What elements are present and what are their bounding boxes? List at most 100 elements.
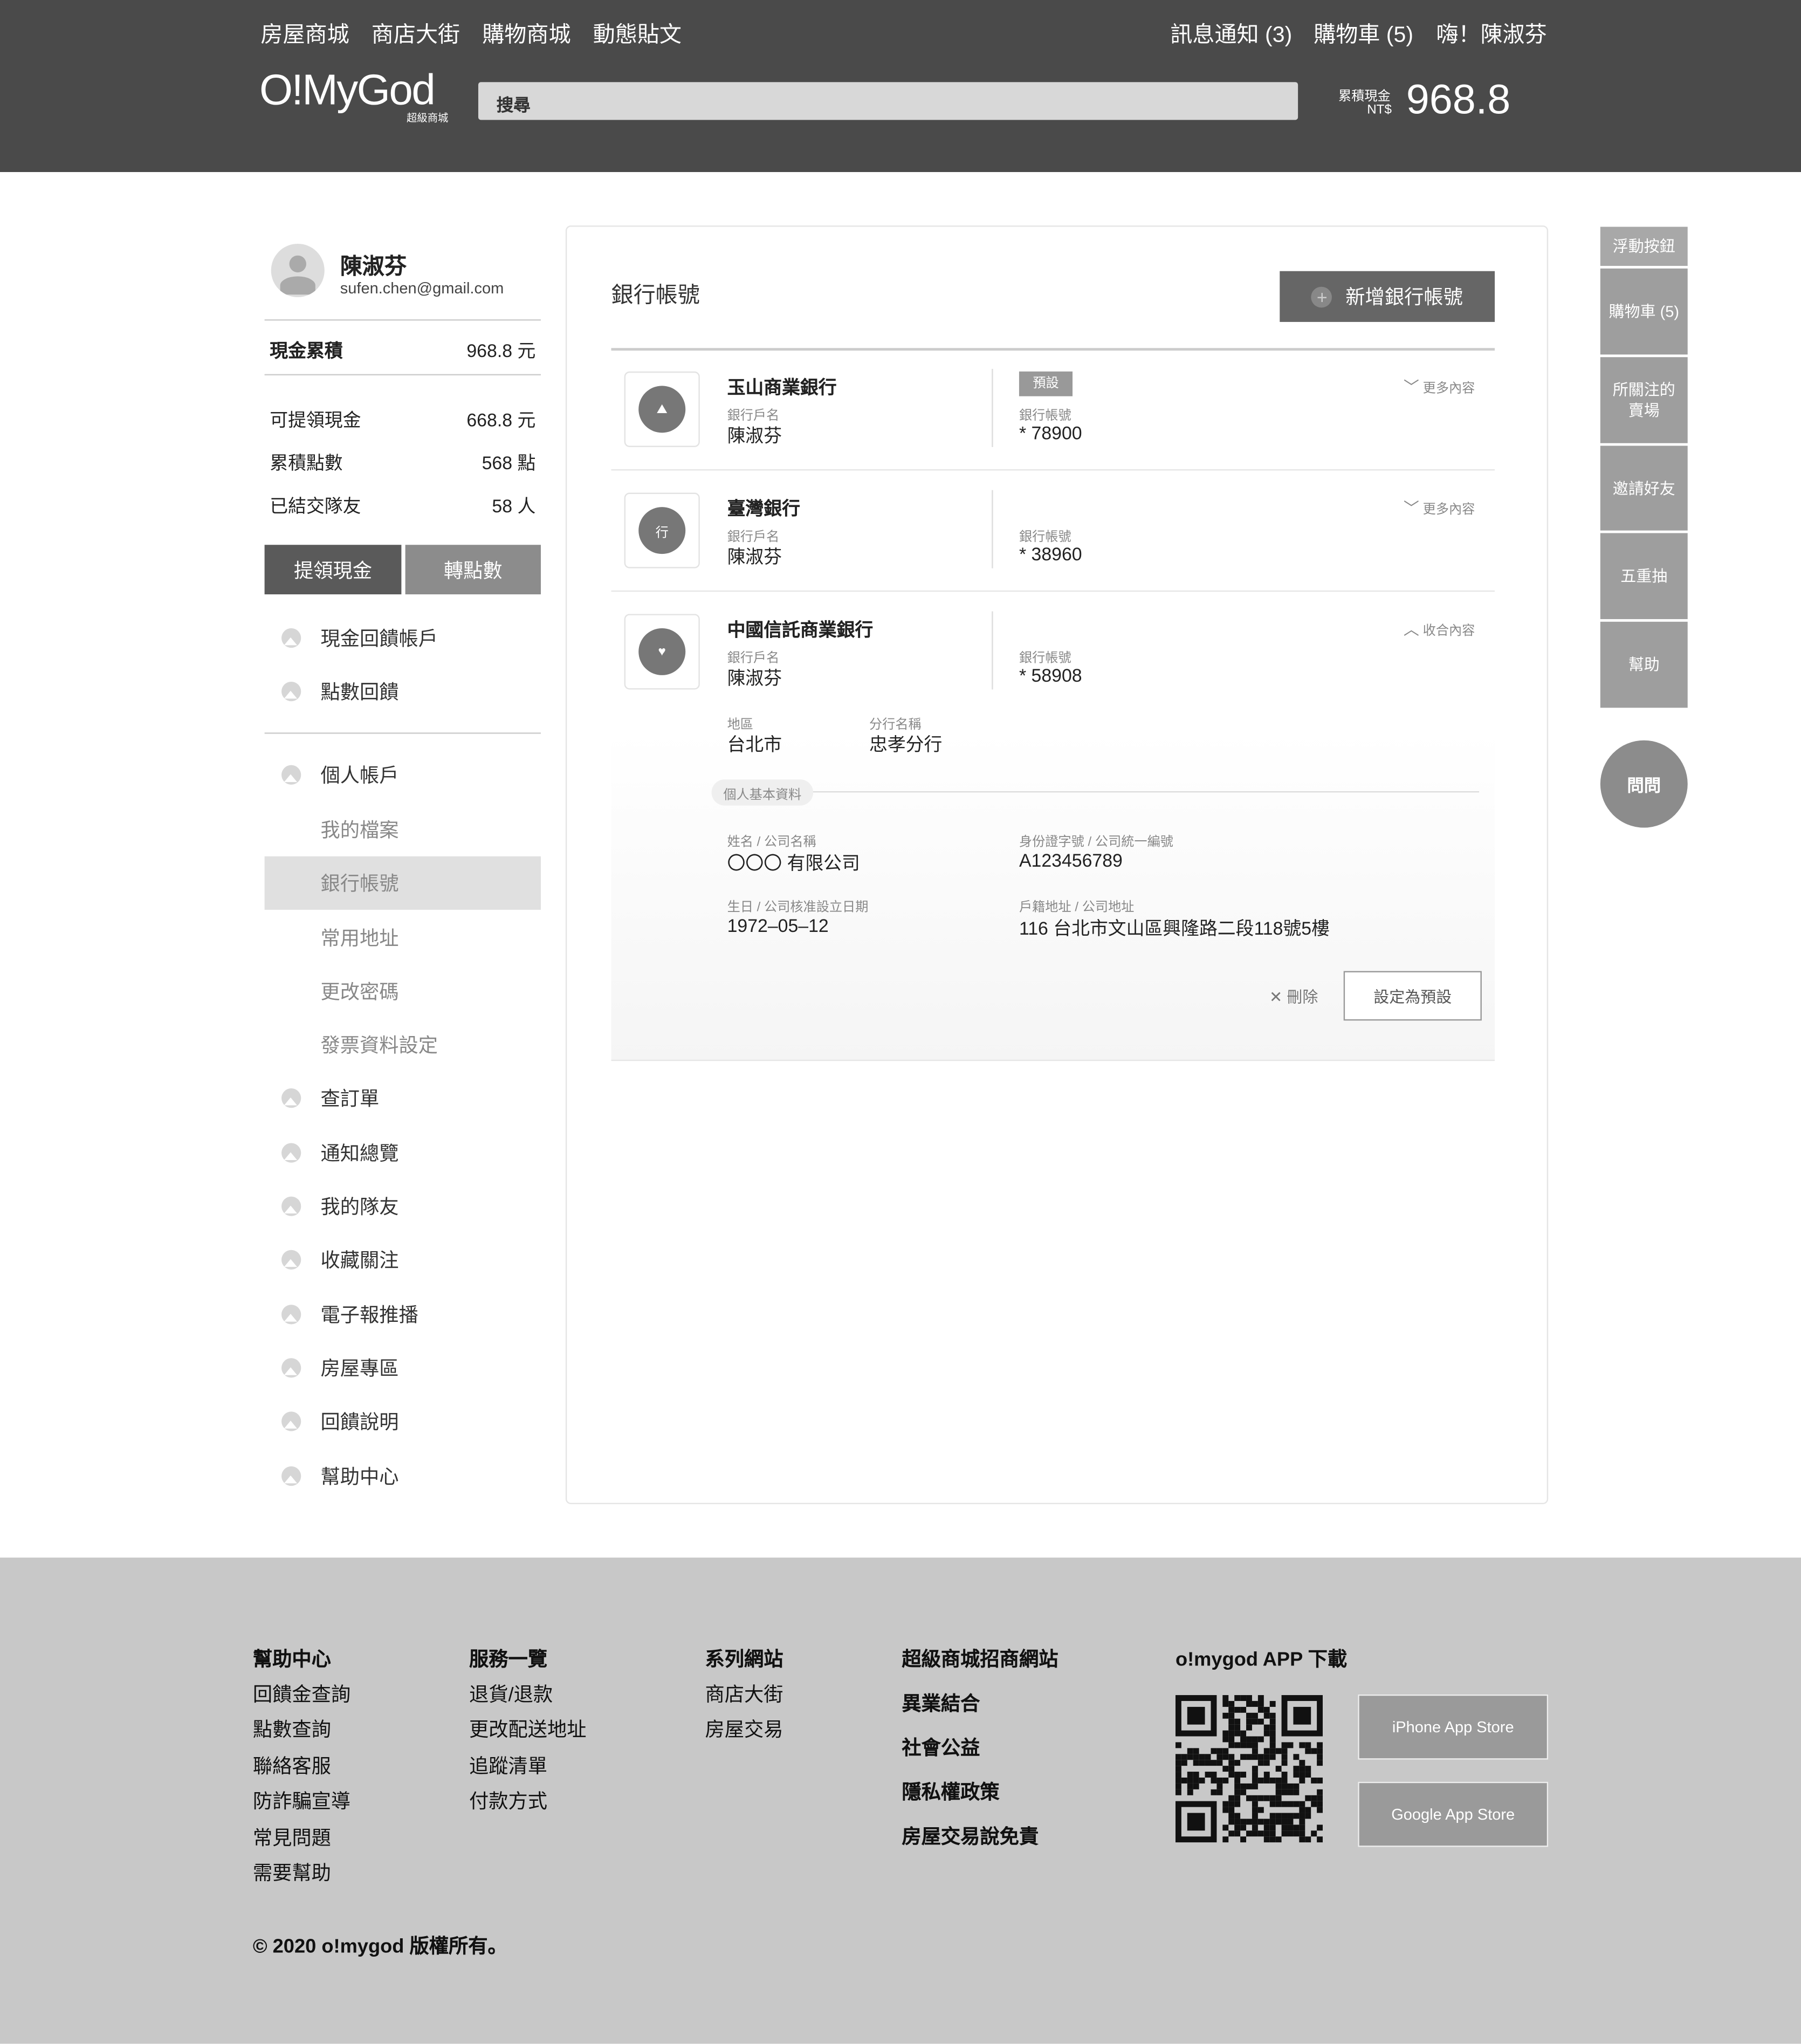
image-icon: [281, 628, 301, 648]
menu-orders[interactable]: 查訂單: [265, 1072, 541, 1125]
search-input[interactable]: 搜尋: [478, 82, 1298, 120]
holder-value: 陳淑芬: [727, 546, 782, 567]
holder-label: 銀行戶名: [727, 651, 780, 666]
chevron-up-icon: ︿: [1403, 620, 1419, 639]
divider: [992, 611, 993, 690]
account-label: 銀行帳號: [1019, 651, 1071, 666]
copyright: © 2020 o!mygod 版權所有。: [252, 1935, 507, 1958]
notifications-link[interactable]: 訊息通知 (3): [1170, 16, 1292, 48]
menu-teammates[interactable]: 我的隊友: [265, 1179, 541, 1233]
divider: [611, 1059, 1495, 1061]
app-download-title: o!mygod APP 下載: [1175, 1649, 1348, 1671]
plus-icon: +: [1311, 286, 1333, 307]
menu-my-profile[interactable]: 我的檔案: [265, 803, 541, 856]
nav-house-mall[interactable]: 房屋商城: [260, 16, 349, 48]
divider: [808, 791, 1480, 793]
menu-favorites[interactable]: 收藏關注: [265, 1233, 541, 1286]
footer-link[interactable]: 更改配送地址: [469, 1716, 587, 1743]
footer-link[interactable]: 異業結合: [902, 1689, 980, 1717]
footer-link[interactable]: 常見問題: [253, 1823, 331, 1850]
qr-code: [1175, 1695, 1323, 1843]
account-value: * 58908: [1019, 664, 1082, 686]
menu-cash-account[interactable]: 現金回饋帳戶: [265, 611, 541, 664]
holder-value: 陳淑芬: [727, 424, 782, 446]
bank-name: 玉山商業銀行: [727, 376, 837, 398]
menu-points[interactable]: 點數回饋: [265, 665, 541, 718]
footer-link[interactable]: 防詐騙宣導: [253, 1787, 350, 1815]
collapse-toggle[interactable]: ︿ 收合內容: [1404, 618, 1475, 640]
footer-heading: 系列網站: [705, 1649, 783, 1671]
nav-shop-street[interactable]: 商店大街: [372, 16, 460, 48]
menu-bank-accounts[interactable]: 銀行帳號: [264, 856, 541, 910]
nav-shopping-mall[interactable]: 購物商城: [482, 16, 570, 48]
logo[interactable]: O!MyGod: [259, 65, 436, 115]
bank-logo: ⛰: [624, 371, 700, 447]
image-icon: [281, 1196, 301, 1216]
menu-house[interactable]: 房屋專區: [265, 1341, 541, 1395]
menu-help-center[interactable]: 幫助中心: [265, 1449, 541, 1503]
birth-label: 生日 / 公司核准設立日期: [727, 901, 869, 915]
region-label: 地區: [727, 718, 753, 733]
footer-link[interactable]: 回饋金查詢: [253, 1680, 350, 1707]
section-personal-info: 個人基本資料: [711, 779, 814, 806]
set-default-button[interactable]: 設定為預設: [1343, 971, 1482, 1021]
currency-label: NT$: [1367, 102, 1392, 118]
menu-addresses[interactable]: 常用地址: [265, 911, 541, 964]
address-value: 116 台北市文山區興隆路二段118號5樓: [1019, 917, 1330, 939]
menu-personal-account[interactable]: 個人帳戶: [265, 748, 541, 801]
float-invite-friends[interactable]: 邀請好友: [1600, 445, 1688, 531]
add-bank-account-button[interactable]: + 新增銀行帳號: [1280, 271, 1495, 322]
delete-button[interactable]: ✕ 刪除: [1269, 985, 1318, 1007]
nav-posts[interactable]: 動態貼文: [593, 16, 682, 48]
mountain-logo-icon: ⛰: [638, 386, 686, 433]
footer-link[interactable]: 商店大街: [705, 1680, 783, 1707]
divider: [264, 319, 541, 321]
cash-value: 968.8: [1406, 76, 1511, 123]
divider: [611, 590, 1495, 592]
menu-rebate-info[interactable]: 回饋說明: [265, 1395, 541, 1448]
image-icon: [281, 1250, 301, 1270]
footer-link[interactable]: 超級商城招商網站: [902, 1645, 1058, 1672]
google-app-store-button[interactable]: Google App Store: [1358, 1781, 1549, 1847]
menu-newsletter[interactable]: 電子報推播: [265, 1288, 541, 1341]
iphone-app-store-button[interactable]: iPhone App Store: [1358, 1694, 1549, 1760]
id-label: 身份證字號 / 公司統一編號: [1019, 835, 1173, 850]
footer-link[interactable]: 隱私權政策: [902, 1778, 999, 1806]
cart-link[interactable]: 購物車 (5): [1314, 16, 1413, 48]
footer-link[interactable]: 社會公益: [902, 1733, 980, 1761]
float-lottery[interactable]: 五重抽: [1600, 533, 1688, 619]
image-icon: [281, 1143, 301, 1163]
float-cart[interactable]: 購物車 (5): [1600, 268, 1688, 355]
convert-points-button[interactable]: 轉點數: [405, 545, 541, 595]
footer-link[interactable]: 點數查詢: [253, 1716, 331, 1743]
divider: [992, 368, 993, 447]
footer-link[interactable]: 房屋交易說免責: [902, 1822, 1039, 1850]
menu-notifications[interactable]: 通知總覽: [265, 1126, 541, 1179]
footer-link[interactable]: 房屋交易: [705, 1716, 783, 1743]
menu-invoice-settings[interactable]: 發票資料設定: [265, 1018, 541, 1072]
image-icon: [281, 1088, 301, 1108]
bank-name: 中國信託商業銀行: [727, 619, 874, 640]
expand-toggle[interactable]: ﹀ 更多內容: [1404, 375, 1475, 397]
image-icon: [281, 681, 301, 702]
image-icon: [281, 1305, 301, 1325]
friends-row: 已結交隊友 58 人: [270, 495, 536, 517]
ask-button[interactable]: 問問: [1600, 740, 1688, 828]
withdraw-button[interactable]: 提領現金: [264, 545, 402, 595]
divider: [264, 374, 541, 376]
footer-link[interactable]: 需要幫助: [253, 1858, 331, 1886]
float-followed-shops[interactable]: 所關注的賣場: [1600, 357, 1688, 443]
footer-link[interactable]: 退貨/退款: [469, 1680, 553, 1707]
name-value: 〇〇〇 有限公司: [727, 852, 860, 874]
branch-value: 忠孝分行: [869, 733, 943, 755]
user-greeting[interactable]: 嗨！陳淑芬: [1436, 16, 1546, 48]
expand-toggle[interactable]: ﹀ 更多內容: [1404, 497, 1475, 519]
menu-change-password[interactable]: 更改密碼: [265, 964, 541, 1018]
birth-value: 1972–05–12: [727, 915, 829, 936]
footer-link[interactable]: 付款方式: [469, 1787, 547, 1815]
withdrawable-row: 可提領現金 668.8 元: [270, 409, 536, 430]
footer-link[interactable]: 追蹤清單: [469, 1752, 547, 1779]
float-help[interactable]: 幫助: [1600, 621, 1688, 708]
footer-link[interactable]: 聯絡客服: [253, 1752, 331, 1779]
image-icon: [281, 1358, 301, 1378]
